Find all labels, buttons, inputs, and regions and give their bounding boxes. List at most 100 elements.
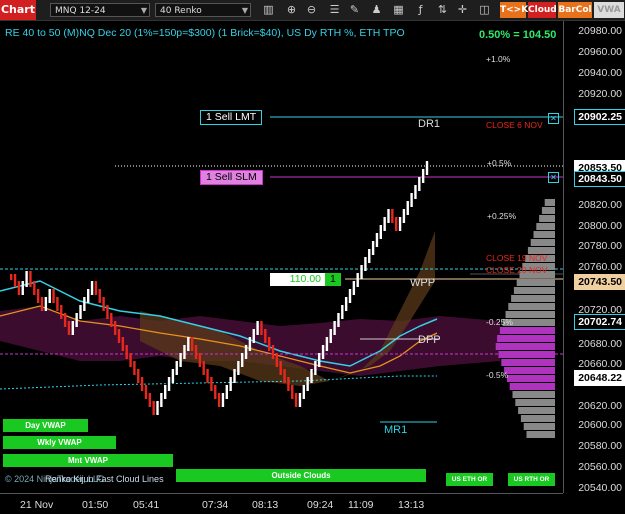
renko-brick xyxy=(260,321,263,335)
chart-title: RE 40 to 50 (M)NQ Dec 20 (1%=150p=$300) … xyxy=(5,27,405,39)
indicators-icon[interactable]: ƒ xyxy=(414,3,427,16)
volume-profile-bar xyxy=(512,391,555,398)
renko-brick xyxy=(383,217,386,231)
price-axis[interactable]: 20980.00 20960.00 20940.00 20920.00 20902.25… xyxy=(563,21,625,494)
volume-profile-bar xyxy=(516,279,555,286)
renko-brick xyxy=(156,401,159,415)
instrument-selector[interactable]: MNQ 12-24 ▼ xyxy=(50,3,150,17)
time-label: 13:13 xyxy=(398,499,425,511)
volume-profile-bar xyxy=(536,223,555,230)
wpp-label: WPP xyxy=(410,277,436,289)
template-icon[interactable]: ▦ xyxy=(392,3,405,16)
renko-brick xyxy=(175,361,178,375)
bar-type-selector[interactable]: 40 Renko ▼ xyxy=(155,3,251,17)
crosshair-icon[interactable]: ✛ xyxy=(456,3,469,16)
renko-brick xyxy=(314,361,317,375)
renko-brick xyxy=(148,393,151,407)
outside-clouds-button[interactable]: Outside Clouds xyxy=(176,469,426,482)
renko-brick xyxy=(125,345,128,359)
renko-brick xyxy=(10,274,13,280)
day-vwap-button[interactable]: Day VWAP xyxy=(3,419,88,432)
renko-brick xyxy=(294,393,298,407)
renko-brick xyxy=(306,377,309,391)
renko-brick xyxy=(368,249,371,263)
renko-brick xyxy=(44,297,48,311)
renko-brick xyxy=(360,265,363,279)
renko-brick xyxy=(398,217,402,231)
renko-brick xyxy=(387,209,390,223)
pct-minus-05: -0.5% xyxy=(486,370,509,380)
time-label: 21 Nov xyxy=(20,499,54,511)
volume-profile-bar xyxy=(495,343,555,350)
renko-brick xyxy=(233,369,236,383)
volume-profile-bar xyxy=(530,239,555,246)
renko-brick xyxy=(21,281,24,295)
price-tag: 20702.74 xyxy=(574,314,625,330)
renko-brick xyxy=(256,321,259,335)
snapshot-icon[interactable]: ◫ xyxy=(478,3,491,16)
volume-profile-bar xyxy=(526,431,555,438)
renko-brick xyxy=(167,377,171,391)
wkly-vwap-button[interactable]: Wkly VWAP xyxy=(3,436,116,449)
renko-brick xyxy=(318,353,321,367)
strategy-icon[interactable]: ♟ xyxy=(370,3,383,16)
renko-brick xyxy=(140,377,144,391)
zoom-in-icon[interactable]: ⊕ xyxy=(285,3,298,16)
renko-brick xyxy=(106,305,109,319)
us-rth-or-button[interactable]: US RTH OR xyxy=(508,473,555,486)
time-label: 08:13 xyxy=(252,499,279,511)
mnt-vwap-button[interactable]: Mnt VWAP xyxy=(3,454,173,467)
cancel-lmt-icon[interactable]: ✕ xyxy=(548,113,559,124)
renko-brick xyxy=(206,369,209,383)
dr1-label: DR1 xyxy=(418,118,441,130)
volume-profile-bar xyxy=(520,415,555,422)
time-axis[interactable]: 21 Nov 01:50 05:41 07:34 08:13 09:24 11:09 13:1… xyxy=(0,493,563,514)
volume-profile-bar xyxy=(504,367,555,374)
price-label: 20600.00 xyxy=(578,419,622,431)
volume-profile-bar xyxy=(498,351,555,358)
chevron-down-icon: ▼ xyxy=(140,6,147,15)
volume-profile-bar xyxy=(533,231,555,238)
pct-plus-05: +0.5% xyxy=(487,158,512,168)
volume-profile-bar xyxy=(523,423,555,430)
renko-brick xyxy=(129,353,132,367)
renko-brick xyxy=(291,385,294,399)
price-label: 20680.00 xyxy=(578,338,622,350)
bar-chart-icon[interactable]: ▥ xyxy=(262,3,275,16)
pct-minus-025: -0.25% xyxy=(486,317,513,327)
chart-trader-icon[interactable]: ⇅ xyxy=(436,3,449,16)
renko-brick xyxy=(325,337,329,351)
position-qty[interactable]: 1 xyxy=(325,273,341,286)
tk-button[interactable]: T<>K xyxy=(500,2,528,18)
volume-profile-bar xyxy=(499,327,555,334)
renko-brick xyxy=(190,337,194,351)
renko-brick xyxy=(391,209,394,223)
price-label: 20580.00 xyxy=(578,440,622,452)
chart-tab[interactable]: Chart xyxy=(0,0,36,20)
renko-brick xyxy=(40,297,44,311)
zoom-out-icon[interactable]: ⊖ xyxy=(305,3,318,16)
sell-lmt-order[interactable]: 1 Sell LMT xyxy=(200,110,263,125)
renko-bricks xyxy=(10,161,429,415)
cancel-slm-icon[interactable]: ✕ xyxy=(548,172,559,183)
properties-icon[interactable]: ☰ xyxy=(328,3,341,16)
price-tag: 20902.25 xyxy=(574,109,625,125)
renko-brick xyxy=(329,329,332,343)
us-eth-or-button[interactable]: US ETH OR xyxy=(446,473,493,486)
price-label: 20560.00 xyxy=(578,461,622,473)
sell-slm-order[interactable]: 1 Sell SLM xyxy=(200,170,263,185)
renko-brick xyxy=(160,393,163,407)
barcol-button[interactable]: BarCol xyxy=(558,2,592,18)
renko-brick xyxy=(79,305,82,319)
renko-brick xyxy=(171,369,175,383)
renko-brick xyxy=(117,329,121,343)
renko-brick xyxy=(48,289,51,303)
draw-tool-icon[interactable]: ✎ xyxy=(348,3,361,16)
vwap-button[interactable]: VWA xyxy=(594,2,624,18)
price-label: 20940.00 xyxy=(578,67,622,79)
position-price[interactable]: 110.00 xyxy=(270,273,326,286)
renko-brick xyxy=(94,281,98,295)
price-label: 20620.00 xyxy=(578,400,622,412)
cloud-button[interactable]: Cloud xyxy=(528,2,557,18)
volume-profile-bar xyxy=(511,295,555,302)
